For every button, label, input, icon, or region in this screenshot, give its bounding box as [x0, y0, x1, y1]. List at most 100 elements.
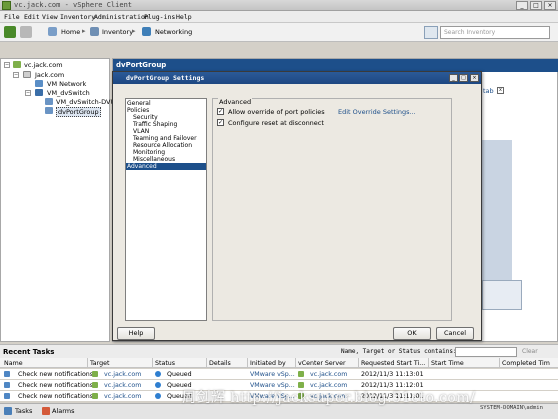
vcenter-icon: [92, 393, 98, 399]
queued-icon: [155, 393, 161, 399]
logged-in-user: SYSTEM-DOMAIN\admin: [480, 405, 543, 411]
portgroup-icon: [45, 107, 53, 114]
breadcrumb-inventory[interactable]: Inventory: [102, 28, 133, 36]
category-miscellaneous[interactable]: Miscellaneous: [126, 156, 206, 163]
home-icon: [48, 27, 57, 36]
dialog-maximize-button[interactable]: □: [459, 74, 468, 82]
task-target[interactable]: vc.jack.com: [104, 371, 141, 378]
alarms-tab[interactable]: Alarms: [52, 407, 75, 415]
menu-inventory[interactable]: Inventory: [60, 13, 95, 21]
tab-link[interactable]: tab: [483, 87, 494, 95]
tree-item-dvportgroup[interactable]: dvPortGroup: [56, 107, 101, 117]
back-arrow-icon[interactable]: [4, 26, 16, 38]
breadcrumb-networking[interactable]: Networking: [155, 28, 192, 36]
tree-item-vcenter[interactable]: vc.jack.com: [24, 61, 63, 69]
task-status: Queued: [167, 371, 192, 378]
menu-edit[interactable]: Edit: [24, 13, 40, 21]
category-resource-allocation[interactable]: Resource Allocation: [126, 142, 206, 149]
column-name[interactable]: Name: [4, 360, 23, 367]
allow-override-checkbox[interactable]: ✓: [217, 108, 224, 115]
breadcrumb-home[interactable]: Home: [61, 28, 80, 36]
maximize-button[interactable]: □: [530, 1, 542, 10]
dialog-close-button[interactable]: ×: [470, 74, 479, 82]
search-inventory-input[interactable]: Search Inventory: [440, 26, 550, 39]
collapse-toggle[interactable]: −: [25, 90, 31, 96]
inventory-icon: [90, 27, 99, 36]
uplink-portgroup-icon: [45, 98, 53, 105]
task-name: Check new notifications: [18, 393, 94, 400]
datacenter-icon: [23, 71, 31, 78]
window-title: vc.jack.com - vSphere Client: [14, 1, 133, 9]
close-tab-icon[interactable]: x: [497, 87, 504, 94]
menu-view[interactable]: View: [42, 13, 58, 21]
recent-tasks-title: Recent Tasks: [3, 348, 55, 356]
close-window-button[interactable]: ×: [544, 1, 556, 10]
category-teaming-failover[interactable]: Teaming and Failover: [126, 135, 206, 142]
task-requested-start: 2012/11/3 11:13:01: [361, 371, 424, 378]
column-requested-start[interactable]: Requested Start Ti...: [361, 360, 425, 367]
column-details[interactable]: Details: [209, 360, 231, 367]
breadcrumb-separator: ▸: [82, 27, 86, 35]
task-target[interactable]: vc.jack.com: [104, 393, 141, 400]
dialog-minimize-button[interactable]: _: [449, 74, 458, 82]
task-name: Check new notifications: [18, 382, 94, 389]
column-vcenter-server[interactable]: vCenter Server: [298, 360, 346, 367]
collapse-toggle[interactable]: −: [4, 62, 10, 68]
edit-override-settings-link[interactable]: Edit Override Settings...: [338, 108, 416, 116]
vcenter-icon: [298, 371, 304, 377]
search-scope-icon[interactable]: [424, 26, 438, 39]
minimize-button[interactable]: _: [516, 1, 528, 10]
category-traffic-shaping[interactable]: Traffic Shaping: [126, 121, 206, 128]
category-advanced[interactable]: Advanced: [126, 163, 206, 170]
clear-filter-link[interactable]: Clear: [522, 348, 538, 355]
settings-category-list: General Policies Security Traffic Shapin…: [125, 98, 207, 321]
task-filter-input[interactable]: [455, 347, 517, 357]
dvportgroup-settings-dialog: dvPortGroup Settings _ □ × General Polic…: [112, 71, 482, 341]
advanced-settings-panel: Advanced ✓ Allow override of port polici…: [212, 98, 452, 321]
column-initiated-by[interactable]: Initiated by: [250, 360, 286, 367]
menu-administration[interactable]: Administration: [94, 13, 149, 21]
configure-reset-checkbox[interactable]: ✓: [217, 119, 224, 126]
category-policies[interactable]: Policies: [126, 107, 206, 114]
navigation-bar: Home ▸ Inventory ▸ Networking Search Inv…: [0, 23, 558, 42]
category-general[interactable]: General: [126, 100, 206, 107]
menu-file[interactable]: File: [4, 13, 20, 21]
menu-bar: File Edit View Inventory Administration …: [0, 11, 558, 23]
task-initiated-by: VMware vSp...: [250, 371, 295, 378]
vcenter-icon: [92, 371, 98, 377]
tasks-tab[interactable]: Tasks: [15, 407, 32, 415]
task-icon: [4, 371, 10, 377]
task-icon: [4, 393, 10, 399]
dialog-title: dvPortGroup Settings: [113, 72, 481, 84]
vsphere-app-icon: [2, 1, 11, 10]
column-target[interactable]: Target: [90, 360, 109, 367]
inventory-tree: − vc.jack.com − Jack.com VM Network − VM…: [0, 58, 119, 342]
column-completed-time[interactable]: Completed Tim: [502, 360, 550, 367]
menu-help[interactable]: Help: [176, 13, 192, 21]
recent-tasks-header: Recent Tasks Name, Target or Status cont…: [0, 344, 558, 358]
task-vcenter-server[interactable]: vc.jack.com: [310, 371, 347, 378]
tree-item-dvuplinks[interactable]: VM_dvSwitch-DVUp: [56, 98, 119, 106]
category-security[interactable]: Security: [126, 114, 206, 121]
task-name: Check new notifications: [18, 371, 94, 378]
vcenter-icon: [13, 61, 21, 68]
alarms-icon: [42, 407, 50, 415]
configure-reset-label: Configure reset at disconnect: [228, 119, 324, 127]
task-target[interactable]: vc.jack.com: [104, 382, 141, 389]
cancel-button[interactable]: Cancel: [436, 327, 474, 340]
category-monitoring[interactable]: Monitoring: [126, 149, 206, 156]
help-button[interactable]: Help: [117, 327, 155, 340]
category-vlan[interactable]: VLAN: [126, 128, 206, 135]
queued-icon: [155, 371, 161, 377]
table-row[interactable]: Check new notifications vc.jack.com Queu…: [0, 369, 558, 379]
tree-item-datacenter[interactable]: Jack.com: [35, 71, 64, 79]
breadcrumb-separator: ▸: [132, 27, 136, 35]
column-status[interactable]: Status: [155, 360, 175, 367]
forward-arrow-icon[interactable]: [20, 26, 32, 38]
collapse-toggle[interactable]: −: [13, 72, 19, 78]
tree-item-dvswitch[interactable]: VM_dvSwitch: [47, 89, 90, 97]
tree-item-vm-network[interactable]: VM Network: [47, 80, 86, 88]
ok-button[interactable]: OK: [393, 327, 431, 340]
column-start-time[interactable]: Start Time: [431, 360, 464, 367]
menu-plugins[interactable]: Plug-ins: [144, 13, 175, 21]
